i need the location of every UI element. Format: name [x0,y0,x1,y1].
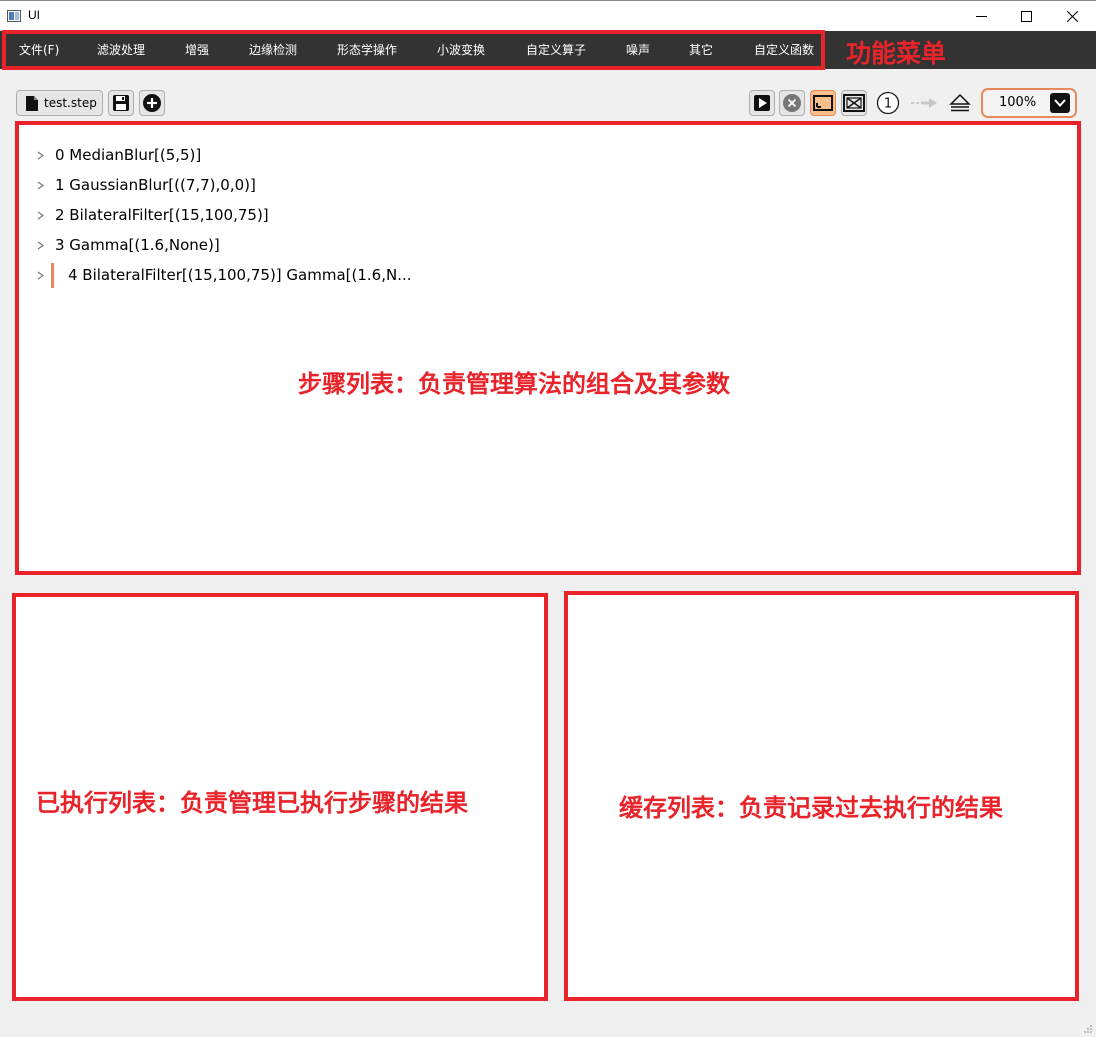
save-icon [113,95,129,111]
step-label: 3 Gamma[(1.6,None)] [55,236,220,254]
step-item-selected[interactable]: 4 BilateralFilter[(15,100,75)] Gamma[(1.… [36,264,412,286]
file-button[interactable]: test.step [16,90,103,116]
add-step-button[interactable] [139,90,165,116]
chevron-right-icon[interactable] [36,211,45,220]
step-item[interactable]: 1 GaussianBlur[((7,7),0,0)] [36,174,256,196]
menu-highlight-box [2,30,825,70]
step-label: 0 MedianBlur[(5,5)] [55,146,202,164]
zoom-value: 100% [999,95,1037,110]
step-label: 1 GaussianBlur[((7,7),0,0)] [55,176,256,194]
minimize-button[interactable] [958,1,1004,31]
fit-screen-icon [813,95,833,111]
chevron-right-icon[interactable] [36,241,45,250]
chevron-right-icon[interactable] [36,271,45,280]
minimize-icon [975,15,987,17]
resize-grip-icon[interactable] [1083,1024,1093,1034]
eject-button[interactable] [947,90,973,116]
executed-annotation: 已执行列表：负责管理已执行步骤的结果 [36,789,468,817]
step-label: 4 BilateralFilter[(15,100,75)] Gamma[(1.… [68,266,412,284]
clear-view-button[interactable] [841,90,867,116]
arrow-right-icon [911,98,937,108]
close-button[interactable] [1049,1,1095,31]
fit-view-toggle[interactable] [810,90,836,116]
eject-icon [949,93,971,112]
next-step-button[interactable] [910,90,938,116]
chevron-right-icon[interactable] [36,151,45,160]
maximize-button[interactable] [1003,1,1049,31]
run-button[interactable] [749,90,775,116]
stop-circle-icon [783,94,801,112]
step-number-button[interactable]: 1 [875,90,901,116]
menu-annotation: 功能菜单 [846,39,947,68]
maximize-icon [1020,10,1032,22]
cache-annotation: 缓存列表：负责记录过去执行的结果 [619,794,1003,822]
zoom-select[interactable]: 100% [981,88,1077,118]
play-icon [754,95,770,111]
steps-annotation: 步骤列表：负责管理算法的组合及其参数 [298,370,730,398]
chevron-right-icon[interactable] [36,181,45,190]
circled-number-icon: 1 [876,91,900,115]
save-button[interactable] [108,90,134,116]
title-bar: UI [0,0,1096,31]
step-item[interactable]: 2 BilateralFilter[(15,100,75)] [36,204,269,226]
chevron-down-icon[interactable] [1050,93,1070,113]
step-item[interactable]: 0 MedianBlur[(5,5)] [36,144,201,166]
stop-button[interactable] [779,90,805,116]
file-name: test.step [44,96,97,110]
plus-circle-icon [143,94,161,112]
step-badge-text: 1 [884,97,892,112]
step-label: 2 BilateralFilter[(15,100,75)] [55,206,269,224]
no-image-icon [843,94,865,112]
file-icon [26,95,38,111]
step-item[interactable]: 3 Gamma[(1.6,None)] [36,234,220,256]
app-icon [7,10,21,22]
close-icon [1066,10,1078,22]
window-title: UI [28,8,40,22]
